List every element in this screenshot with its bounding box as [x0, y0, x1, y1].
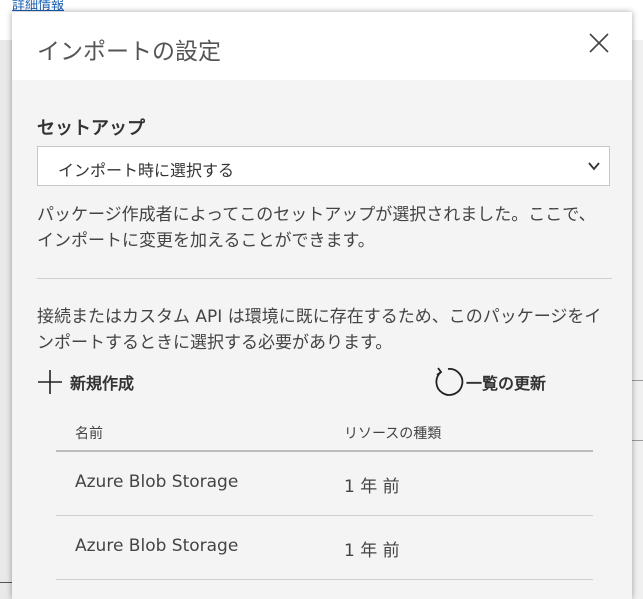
chevron-down-icon	[588, 162, 600, 171]
table-row[interactable]: Azure Blob Storage 1 年 前	[56, 452, 593, 516]
close-icon	[589, 33, 609, 53]
dialog-title: インポートの設定	[37, 39, 221, 65]
row-resource-type: 1 年 前	[344, 477, 400, 497]
column-header-name[interactable]: 名前	[75, 423, 103, 443]
background-divider	[632, 380, 643, 381]
refresh-icon	[435, 367, 464, 396]
plus-icon	[38, 370, 62, 394]
column-header-resource-type[interactable]: リソースの種類	[344, 423, 441, 443]
refresh-list-label: 一覧の更新	[466, 374, 547, 393]
background-left-panel	[0, 40, 12, 599]
connection-description: 接続またはカスタム API は環境に既に存在するため、このパッケージをインポート…	[37, 307, 602, 353]
refresh-list-button[interactable]: 一覧の更新	[432, 366, 546, 398]
dialog-header: インポートの設定	[12, 12, 632, 80]
new-button-label: 新規作成	[70, 374, 135, 393]
table-row[interactable]: Azure Blob Storage 1 年 前	[56, 516, 593, 580]
background-divider	[0, 582, 12, 583]
section-divider	[37, 278, 612, 279]
row-name: Azure Blob Storage	[75, 536, 239, 556]
background-right-panel	[632, 40, 643, 599]
setup-select-value: インポート時に選択する	[58, 161, 235, 180]
import-settings-dialog: インポートの設定 セットアップ インポート時に選択する パッケージ作成者によって…	[12, 12, 632, 599]
row-resource-type: 1 年 前	[344, 541, 400, 561]
new-button[interactable]: 新規作成	[36, 366, 134, 398]
table-header: 名前 リソースの種類	[56, 414, 593, 452]
setup-label: セットアップ	[37, 118, 145, 139]
close-button[interactable]	[586, 30, 612, 56]
setup-select[interactable]: インポート時に選択する	[37, 146, 610, 186]
row-name: Azure Blob Storage	[75, 472, 239, 492]
connections-table: 名前 リソースの種類 Azure Blob Storage 1 年 前 Azur…	[56, 414, 593, 580]
background-divider	[632, 440, 643, 441]
setup-description: パッケージ作成者によってこのセットアップが選択されました。ここで、インポートに変…	[37, 205, 596, 251]
